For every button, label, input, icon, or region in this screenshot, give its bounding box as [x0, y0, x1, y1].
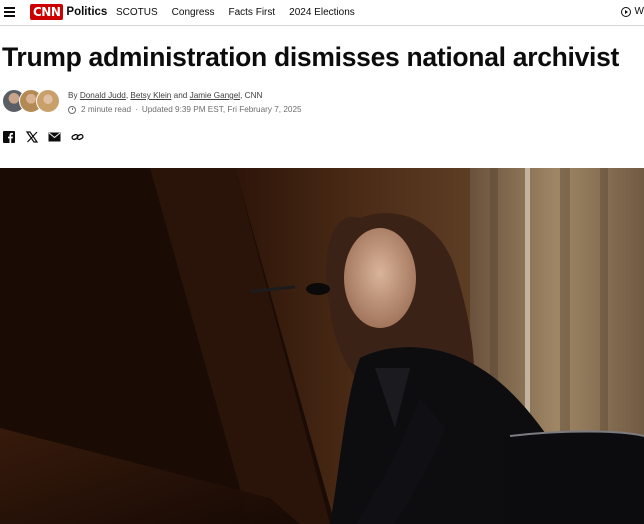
byline: By Donald Judd, Betsy Klein and Jamie Ga…: [68, 91, 262, 100]
author-link[interactable]: Betsy Klein: [130, 91, 171, 100]
article-meta: 2 minute read · Updated 9:39 PM EST, Fri…: [68, 105, 302, 114]
byline-conjunction: and: [173, 91, 188, 100]
nav-link-2024-elections[interactable]: 2024 Elections: [289, 7, 355, 18]
top-nav: CNN Politics SCOTUS Congress Facts First…: [0, 0, 644, 26]
cnn-logo[interactable]: CNN Politics: [30, 4, 107, 20]
menu-icon[interactable]: [4, 7, 15, 17]
read-time: 2 minute read: [81, 105, 132, 114]
nav-link-scotus[interactable]: SCOTUS: [116, 7, 158, 18]
email-icon[interactable]: [48, 130, 61, 143]
headline: Trump administration dismisses national …: [2, 42, 620, 72]
watch-label: W: [634, 6, 644, 17]
cnn-logo-mark: CNN: [30, 4, 64, 20]
clock-icon: [68, 105, 76, 114]
x-icon[interactable]: [25, 130, 38, 143]
hero-photo[interactable]: [0, 168, 644, 524]
watch-button[interactable]: W: [620, 6, 644, 17]
facebook-icon[interactable]: [2, 130, 15, 143]
link-icon[interactable]: [71, 130, 84, 143]
hero-photo-image: [0, 168, 644, 524]
author-link[interactable]: Jamie Gangel: [190, 91, 241, 100]
byline-outlet: , CNN: [240, 91, 263, 100]
nav-link-facts-first[interactable]: Facts First: [228, 7, 275, 18]
meta-separator: ·: [135, 105, 138, 114]
section-nav: SCOTUS Congress Facts First 2024 Electio…: [116, 7, 369, 18]
section-name: Politics: [66, 6, 108, 18]
share-bar: [2, 130, 94, 143]
play-icon: [620, 6, 631, 17]
avatar[interactable]: [36, 89, 60, 113]
nav-link-congress[interactable]: Congress: [172, 7, 215, 18]
author-avatars: [2, 89, 60, 113]
byline-prefix: By: [68, 91, 78, 100]
byline-separator: ,: [125, 91, 129, 100]
updated-timestamp: Updated 9:39 PM EST, Fri February 7, 202…: [141, 105, 302, 114]
author-link[interactable]: Donald Judd: [80, 91, 126, 100]
